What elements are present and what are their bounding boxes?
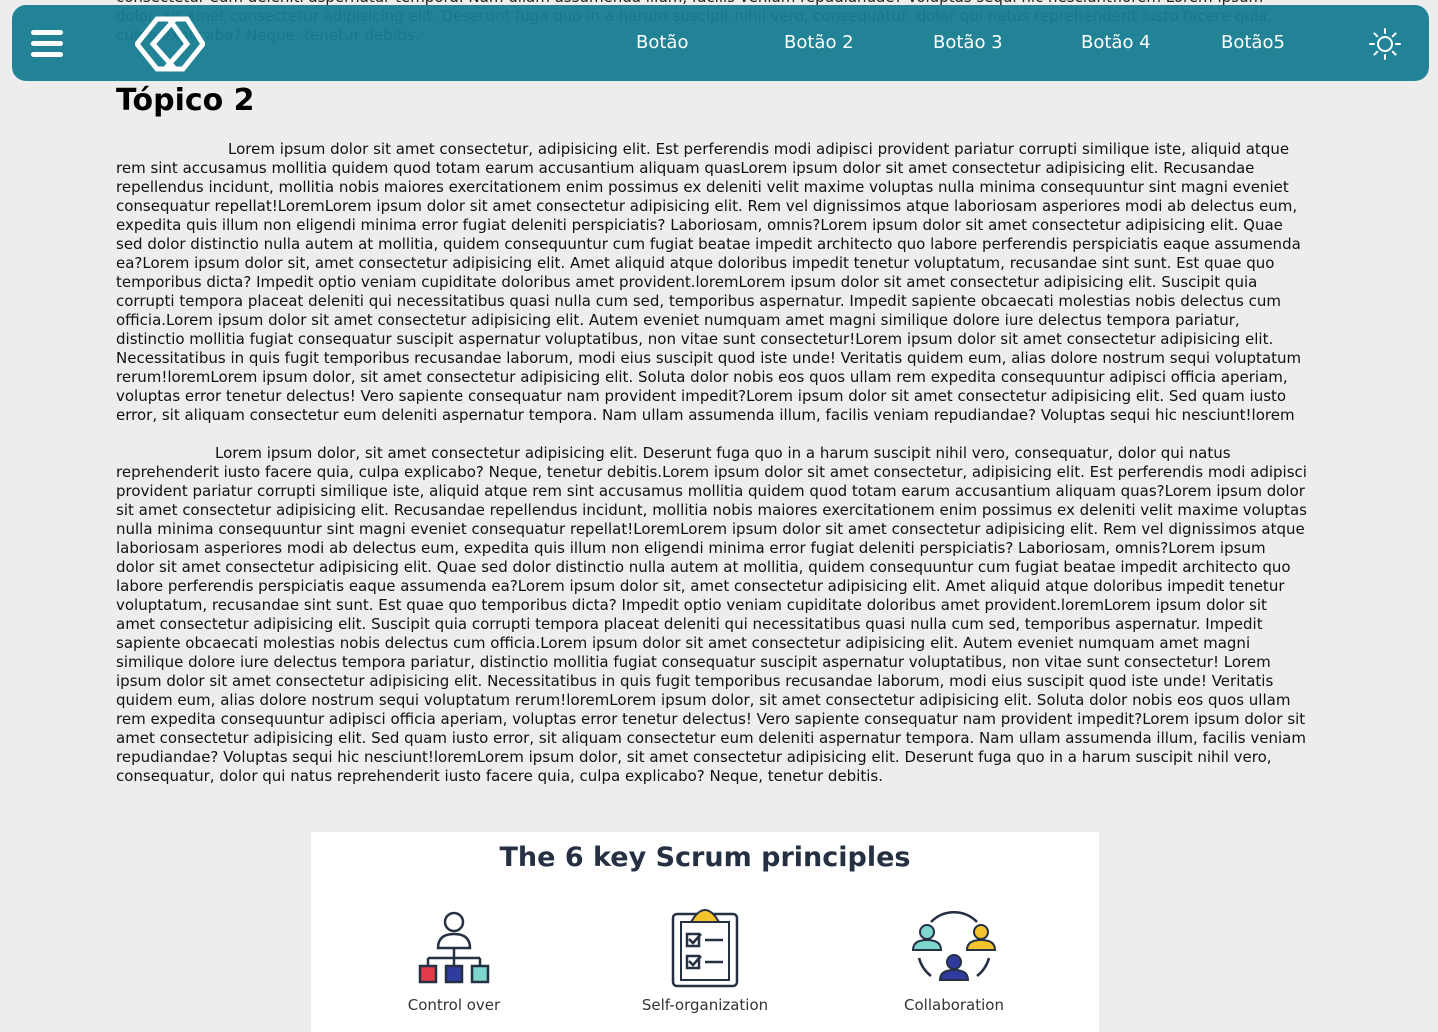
paragraph-2: Lorem ipsum dolor, sit amet consectetur … <box>116 444 1307 785</box>
main-content: Tópico 2 Lorem ipsum dolor sit amet cons… <box>116 84 1308 786</box>
principle-label: Control over <box>407 996 501 1014</box>
principle-label: Self-organization <box>641 996 769 1014</box>
hierarchy-icon <box>418 911 490 984</box>
principle-collaboration: Collaboration <box>859 908 1049 1014</box>
figure-title: The 6 key Scrum principles <box>499 842 911 873</box>
top-navbar: Botão Botão 2 Botão 3 Botão 4 Botão5 <box>12 5 1429 81</box>
nav-button-2[interactable]: Botão 2 <box>784 31 854 55</box>
principle-control: Control over <box>359 908 549 1014</box>
nav-button-3[interactable]: Botão 3 <box>933 31 1003 55</box>
sun-icon[interactable] <box>1368 27 1402 61</box>
principle-self-organization: Self-organization <box>610 908 800 1014</box>
paragraph-1: Lorem ipsum dolor sit amet consectetur, … <box>116 140 1302 424</box>
principle-label: Collaboration <box>904 996 1004 1014</box>
nav-button-5[interactable]: Botão5 <box>1221 31 1285 55</box>
nav-button-1[interactable]: Botão <box>636 31 688 55</box>
team-collaboration-icon <box>911 911 997 981</box>
diamond-logo-icon[interactable] <box>135 15 205 73</box>
nav-button-4[interactable]: Botão 4 <box>1081 31 1151 55</box>
checklist-clipboard-icon <box>671 909 739 988</box>
scrum-principles-figure: The 6 key Scrum principles Control over <box>311 832 1099 1032</box>
topic-title: Tópico 2 <box>116 83 255 118</box>
hamburger-menu-icon[interactable] <box>31 30 63 58</box>
